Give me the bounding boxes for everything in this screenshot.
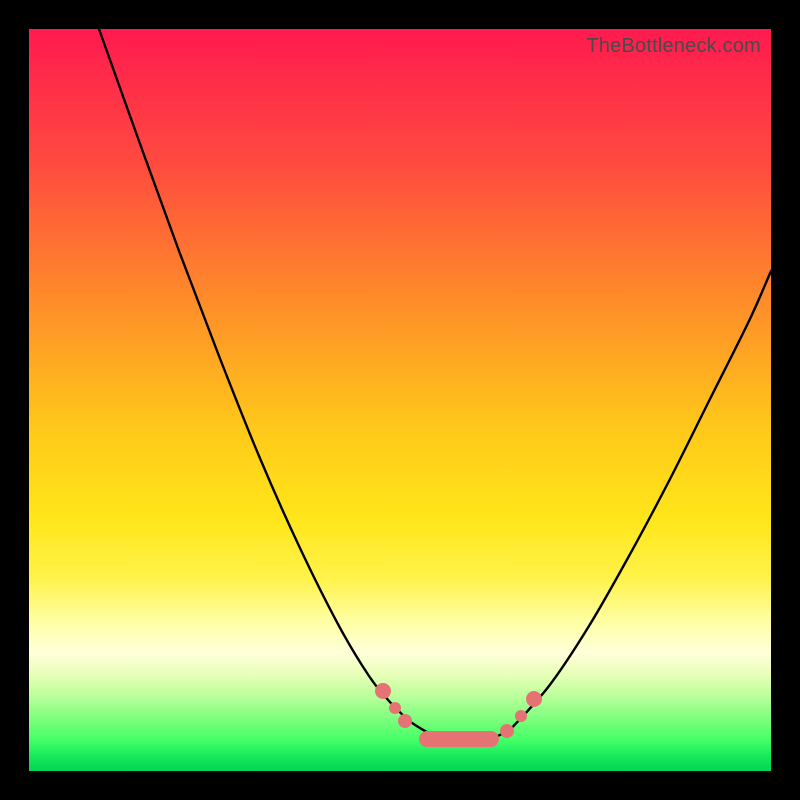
marker-cluster-right [500, 691, 542, 738]
curve-marker [375, 683, 391, 699]
bottom-pill-marker [419, 731, 499, 747]
curve-marker [526, 691, 542, 707]
plot-area: TheBottleneck.com [29, 29, 771, 771]
curve-marker [515, 710, 527, 722]
curve-marker [398, 714, 412, 728]
curve-marker [389, 702, 401, 714]
chart-frame: TheBottleneck.com [0, 0, 800, 800]
curve-marker [500, 724, 514, 738]
curve-svg [29, 29, 771, 771]
marker-cluster-left [375, 683, 412, 728]
bottleneck-curve [99, 29, 771, 741]
